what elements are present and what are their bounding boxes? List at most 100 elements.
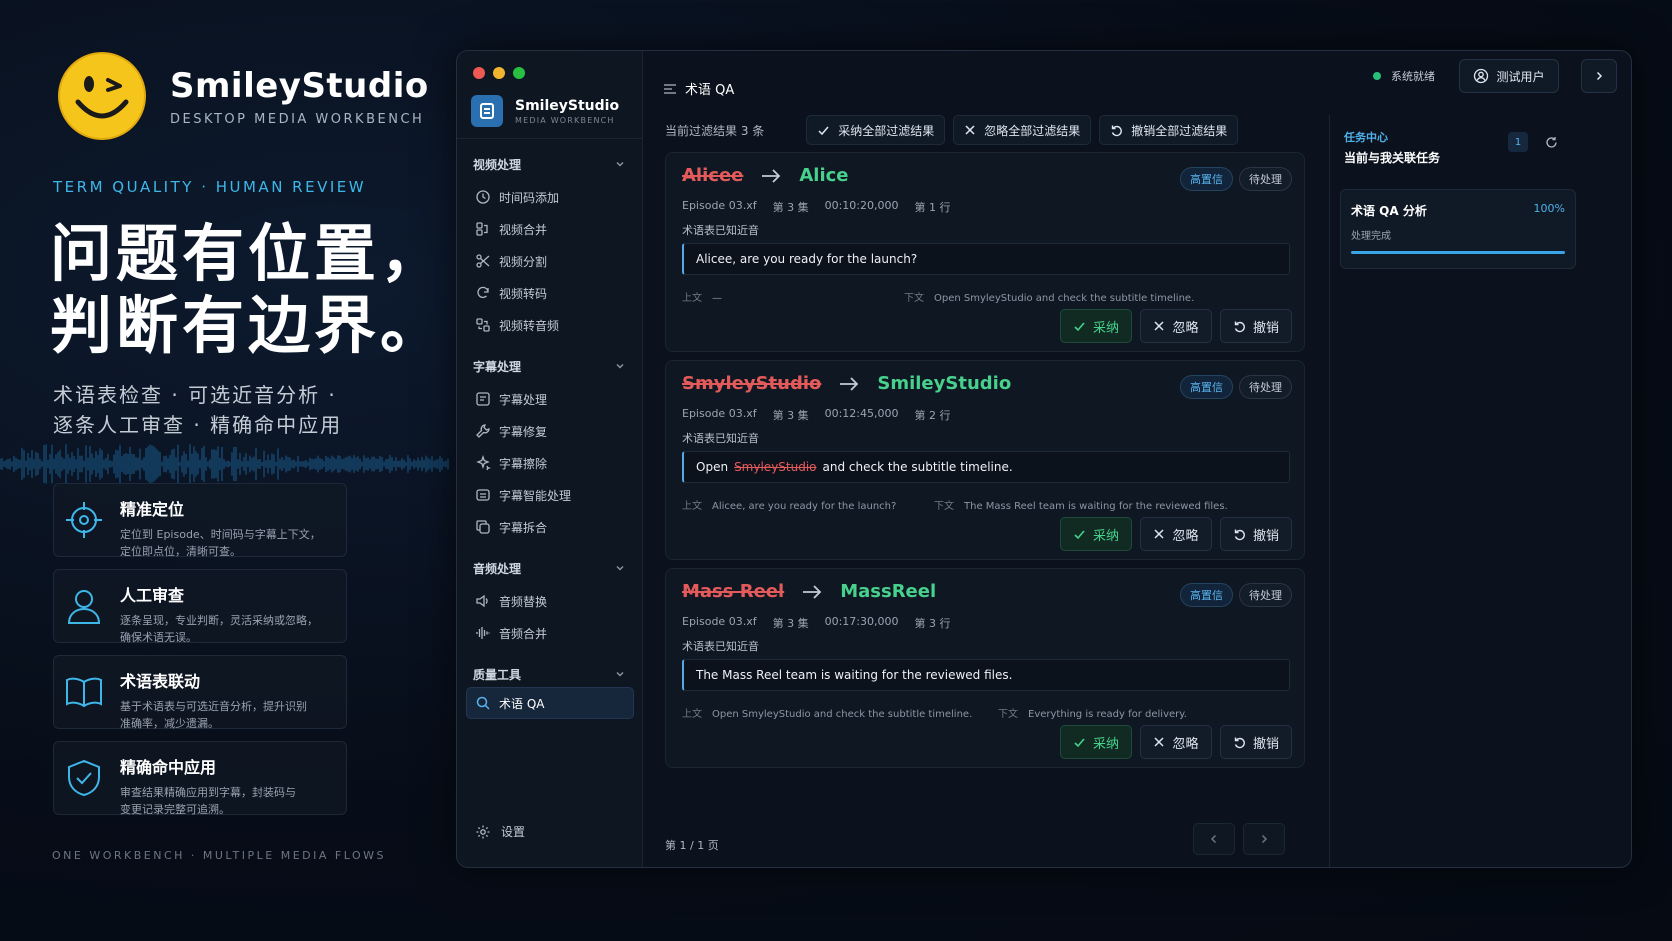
undo-icon [1234,321,1245,332]
maximize-window-button[interactable] [513,67,525,79]
sidebar-item-audio-replace[interactable]: 音频替换 [457,585,643,617]
sidebar-item-video-split[interactable]: 视频分割 [457,245,643,277]
task-status: 处理完成 [1351,231,1391,242]
undo-button[interactable]: 撤销 [1220,517,1292,551]
task-percent: 100% [1533,202,1565,215]
accept-button[interactable]: 采纳 [1060,725,1132,759]
sidebar-item-subtitle-erase[interactable]: 字幕擦除 [457,447,643,479]
close-window-button[interactable] [473,67,485,79]
sidebar-item-subtitle-repair[interactable]: 字幕修复 [457,415,643,447]
ignore-button[interactable]: 忽略 [1140,309,1212,343]
user-icon [67,590,101,624]
sidebar-item-video-merge[interactable]: 视频合并 [457,213,643,245]
context-prev: 上文 Open SmyleyStudio and check the subtit… [682,709,973,720]
chevron-down-icon [616,565,624,571]
issue-meta: Episode 03.xf 第 3 集 00:12:45,000 第 2 行 [682,407,951,422]
undo-icon [1234,529,1245,540]
sidebar-item-video-transcode[interactable]: 视频转码 [457,277,643,309]
headline: 问题有位置， 判断有边界。 [50,218,446,362]
feature-card-apply: 精确命中应用 审查结果精确应用到字幕，封装码与 变更记录完整可追溯。 [53,741,347,816]
undo-all-button[interactable]: 撤销全部过滤结果 [1099,115,1239,145]
sidebar-brand: SmileyStudio MEDIA WORKBENCH [471,95,619,127]
smart-subtitle-icon [476,489,490,501]
undo-button[interactable]: 撤销 [1220,309,1292,343]
wrong-term: Alicee [682,165,744,186]
sidebar-item-subtitle-smart[interactable]: 字幕智能处理 [457,479,643,511]
sidebar-item-timecode-add[interactable]: 时间码添加 [457,181,643,213]
accept-all-button[interactable]: 采纳全部过滤结果 [806,115,946,145]
tagline: TERM QUALITY · HUMAN REVIEW [53,178,367,196]
headline-line-2: 判断有边界。 [50,289,447,362]
subtitle-sentence: Alicee, are you ready for the launch? [682,243,1290,275]
gear-icon [476,825,490,838]
ignore-button[interactable]: 忽略 [1140,517,1212,551]
close-icon [1154,529,1165,539]
sparkle-icon [476,455,491,471]
settings-button[interactable]: 设置 [475,823,525,840]
subtitle-sentence: Open SmyleyStudio and check the subtitle… [682,451,1290,483]
issue-reason: 术语表已知近音 [682,640,759,653]
subtitle-sentence: The Mass Reel team is waiting for the re… [682,659,1290,691]
user-menu-button[interactable]: 测试用户 [1459,59,1559,93]
subline: 术语表检查 · 可选近音分析 · 逐条人工审查 · 精确命中应用 [53,380,342,440]
collapse-panel-button[interactable] [1581,59,1617,93]
filter-count: 当前过滤结果 3 条 [665,123,765,138]
ignore-button[interactable]: 忽略 [1140,725,1212,759]
check-icon [1074,737,1085,747]
feature-list: 精准定位 定位到 Episode、时间码与字幕上下文， 定位即点位，清晰可查。 人… [53,483,347,827]
feature-title: 术语表联动 [120,672,201,691]
nav-group-quality[interactable]: 质量工具 [457,661,643,687]
feature-title: 人工审查 [120,586,185,605]
refresh-button[interactable] [1541,132,1561,152]
qa-issue-card: SmyleyStudio SmileyStudio 高置信 待处理 Episod… [665,360,1305,560]
next-page-button[interactable] [1243,823,1285,855]
minimize-window-button[interactable] [493,67,505,79]
nav-group-video[interactable]: 视频处理 [457,151,643,177]
chevron-right-icon [1261,834,1268,844]
task-card[interactable]: 术语 QA 分析 100% 处理完成 [1340,189,1576,269]
close-icon [965,125,975,135]
issue-reason: 术语表已知近音 [682,432,759,445]
menu-icon[interactable] [663,83,677,95]
status-badge: 待处理 [1239,375,1292,399]
nav-group-audio[interactable]: 音频处理 [457,555,643,581]
task-center-panel: 任务中心 当前与我关联任务 1 术语 QA 分析 100% 处理完成 [1329,115,1631,867]
search-icon [476,696,490,710]
sidebar-nav: 视频处理 时间码添加 视频合并 视频分割 视频转码 视频转音频 字幕处理 字幕处… [457,151,643,719]
chevron-left-icon [1210,834,1217,844]
qa-issue-card: Mass Reel MassReel 高置信 待处理 Episode 03.xf… [665,568,1305,768]
shield-check-icon [68,759,100,797]
badges: 高置信 待处理 [1180,167,1292,191]
sidebar-item-subtitle-process[interactable]: 字幕处理 [457,383,643,415]
sidebar-item-term-qa[interactable]: 术语 QA [466,687,634,719]
waveform-decoration [0,444,449,484]
status-badge: 待处理 [1239,167,1292,191]
audio-wave-icon [476,627,490,639]
refresh-icon [1545,136,1557,148]
qa-issue-card: Alicee Alice 高置信 待处理 Episode 03.xf 第 3 集… [665,152,1305,352]
speaker-icon [476,594,488,608]
sidebar-brand-name: SmileyStudio [515,97,620,114]
issue-meta: Episode 03.xf 第 3 集 00:10:20,000 第 1 行 [682,199,951,214]
divider [457,138,643,139]
context-prev: 上文 Alicee, are you ready for the launch? [682,501,897,512]
nav-group-subtitle[interactable]: 字幕处理 [457,353,643,379]
chevron-down-icon [616,161,624,167]
ignore-all-button[interactable]: 忽略全部过滤结果 [953,115,1092,145]
sidebar-item-video-to-audio[interactable]: 视频转音频 [457,309,643,341]
issue-actions: 采纳 忽略 撤销 [1060,517,1292,551]
window-controls [473,67,525,79]
prev-page-button[interactable] [1193,823,1235,855]
feature-card-glossary: 术语表联动 基于术语表与可选近音分析，提升识别 准确率，减少遗漏。 [53,655,347,730]
accept-button[interactable]: 采纳 [1060,309,1132,343]
subline-line-1: 术语表检查 · 可选近音分析 · [53,383,337,407]
sidebar-item-subtitle-split-merge[interactable]: 字幕拆合 [457,511,643,543]
feature-desc: 基于术语表与可选近音分析，提升识别 准确率，减少遗漏。 [120,700,307,730]
undo-button[interactable]: 撤销 [1220,725,1292,759]
issue-reason: 术语表已知近音 [682,224,759,237]
sidebar-item-audio-merge[interactable]: 音频合并 [457,617,643,649]
status-badge: 待处理 [1239,583,1292,607]
correct-term: MassReel [840,581,937,602]
task-name: 术语 QA 分析 [1351,204,1427,218]
accept-button[interactable]: 采纳 [1060,517,1132,551]
